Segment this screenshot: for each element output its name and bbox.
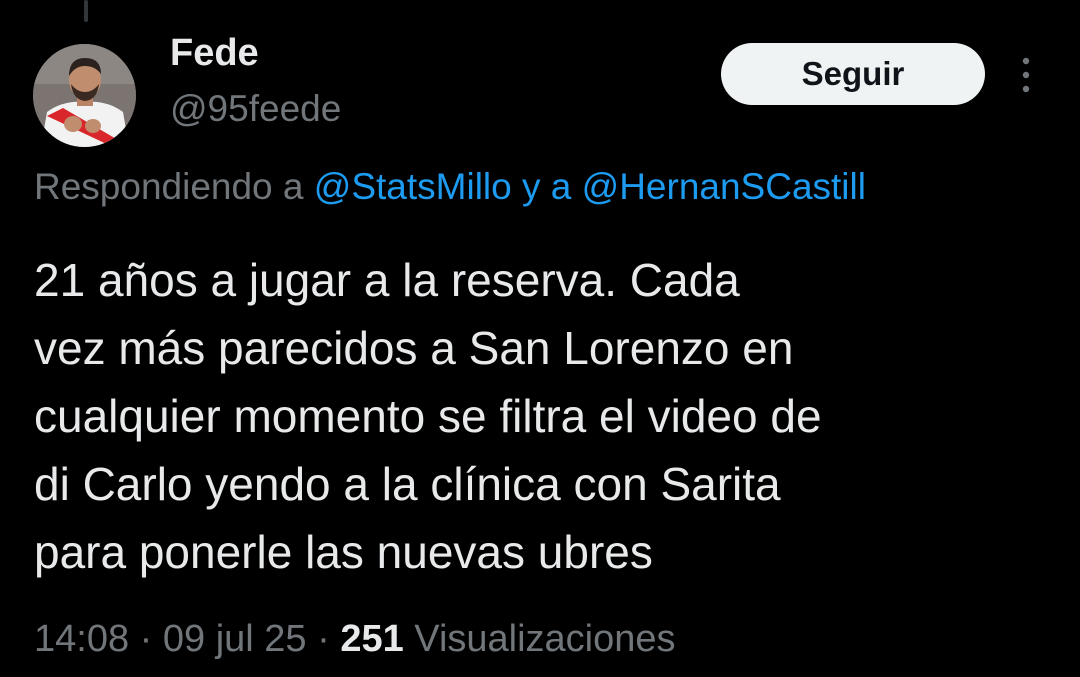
meta-separator: ·	[306, 618, 341, 660]
thread-connector-line	[84, 0, 88, 22]
replying-to-joiner: y a	[511, 166, 582, 207]
author-handle[interactable]: @95feede	[170, 88, 341, 130]
replying-to-prefix: Respondiendo a	[34, 166, 314, 207]
views-count[interactable]: 251	[340, 618, 403, 660]
replying-to-line: Respondiendo a @StatsMillo y a @HernanSC…	[34, 166, 866, 208]
tweet-metadata: 14:08 · 09 jul 25 · 251 Visualizaciones	[34, 618, 676, 661]
mention-link-hernanscastill[interactable]: @HernanSCastill	[582, 166, 866, 207]
vertical-ellipsis-icon	[1022, 57, 1030, 93]
tweet-time-link[interactable]: 14:08	[34, 618, 129, 660]
tweet-text-line: para ponerle las nuevas ubres	[34, 526, 653, 578]
profile-photo-icon	[33, 44, 136, 147]
tweet-text: 21 años a jugar a la reserva. Cada vez m…	[34, 246, 1044, 586]
tweet-text-line: 21 años a jugar a la reserva. Cada	[34, 254, 740, 306]
tweet-text-line: di Carlo yendo a la clínica con Sarita	[34, 458, 781, 510]
avatar[interactable]	[33, 44, 136, 147]
tweet-text-line: vez más parecidos a San Lorenzo en	[34, 322, 794, 374]
follow-button[interactable]: Seguir	[721, 43, 985, 105]
tweet-text-line: cualquier momento se filtra el video de	[34, 390, 822, 442]
mention-link-statsmillo[interactable]: @StatsMillo	[314, 166, 512, 207]
author-display-name[interactable]: Fede	[170, 32, 259, 75]
views-label: Visualizaciones	[403, 618, 676, 660]
more-options-button[interactable]	[1008, 50, 1044, 100]
meta-separator: ·	[129, 618, 163, 660]
tweet-date-link[interactable]: 09 jul 25	[163, 618, 307, 660]
